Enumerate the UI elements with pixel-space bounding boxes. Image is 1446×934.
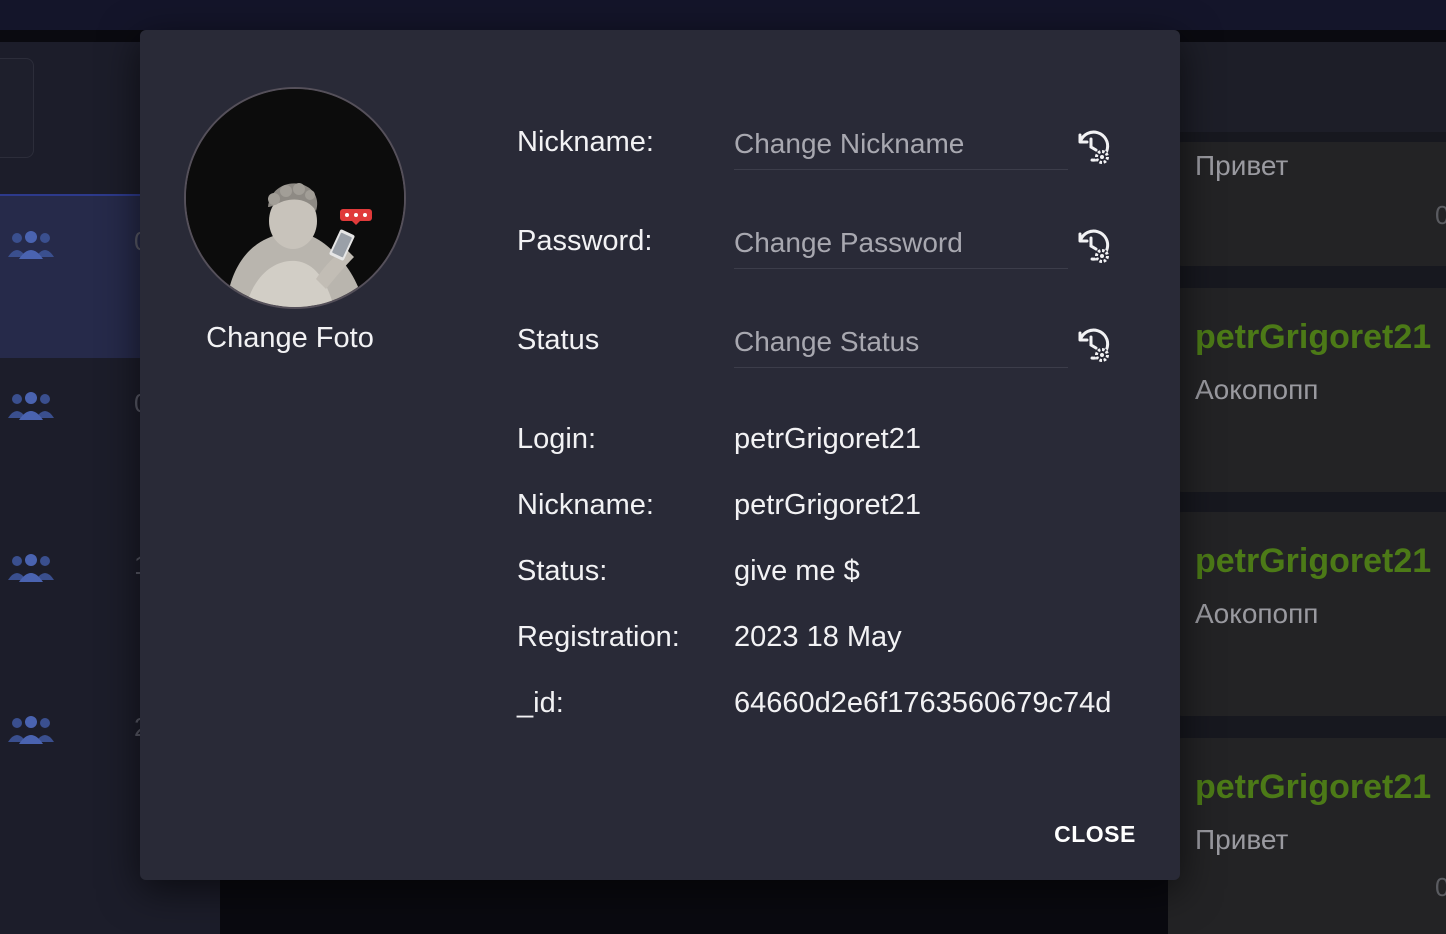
group-icon	[8, 231, 54, 259]
message-text: Привет	[1195, 150, 1289, 181]
password-field[interactable]	[734, 218, 1068, 269]
nickname-field[interactable]	[734, 119, 1068, 170]
password-edit-label: Password:	[517, 225, 653, 257]
status-input[interactable]	[734, 317, 1068, 367]
nickname-edit-label: Nickname:	[517, 126, 654, 158]
nickname-label: Nickname:	[517, 489, 654, 521]
nickname-input[interactable]	[734, 119, 1068, 169]
login-value: petrGrigoret21	[734, 423, 921, 455]
message-author[interactable]: petrGrigoret21	[1195, 318, 1431, 357]
status-field[interactable]	[734, 317, 1068, 368]
group-icon	[8, 392, 54, 420]
status-label: Status:	[517, 555, 608, 587]
message-card: petrGrigoret21 Привет 0	[1168, 738, 1446, 934]
registration-label: Registration:	[517, 621, 680, 653]
history-gear-icon[interactable]	[1072, 325, 1112, 365]
profile-modal: Change Foto Nickname: Password: Status	[140, 30, 1180, 880]
message-author[interactable]: petrGrigoret21	[1195, 768, 1431, 807]
message-card: Привет 0	[1168, 142, 1446, 266]
group-icon	[8, 554, 54, 582]
avatar[interactable]	[184, 87, 406, 309]
message-author[interactable]: petrGrigoret21	[1195, 542, 1431, 581]
group-icon	[8, 716, 54, 744]
change-photo-button[interactable]: Change Foto	[160, 322, 420, 355]
sidebar-search-box[interactable]	[0, 58, 34, 158]
message-card: petrGrigoret21 Аокопопп	[1168, 288, 1446, 492]
login-label: Login:	[517, 423, 597, 455]
history-gear-icon[interactable]	[1072, 226, 1112, 266]
nickname-value: petrGrigoret21	[734, 489, 921, 521]
registration-value: 2023 18 May	[734, 621, 902, 653]
messages-header	[1180, 42, 1446, 132]
close-button[interactable]: CLOSE	[1040, 814, 1150, 854]
message-text: Привет	[1195, 824, 1289, 855]
status-edit-label: Status	[517, 324, 600, 356]
password-input[interactable]	[734, 218, 1068, 268]
status-value: give me $	[734, 555, 860, 587]
avatar-image	[186, 89, 404, 307]
message-card: petrGrigoret21 Аокопопп	[1168, 512, 1446, 716]
message-meta: 0	[1435, 200, 1446, 230]
message-meta: 0	[1435, 872, 1446, 902]
id-value: 64660d2e6f1763560679c74d	[734, 687, 1112, 719]
message-text: Аокопопп	[1195, 374, 1319, 405]
screen: 0 0 1 2 Привет 0 petr	[0, 0, 1446, 934]
id-label: _id:	[517, 687, 564, 719]
history-gear-icon[interactable]	[1072, 127, 1112, 167]
message-text: Аокопопп	[1195, 598, 1319, 629]
app-top-bar	[0, 0, 1446, 30]
